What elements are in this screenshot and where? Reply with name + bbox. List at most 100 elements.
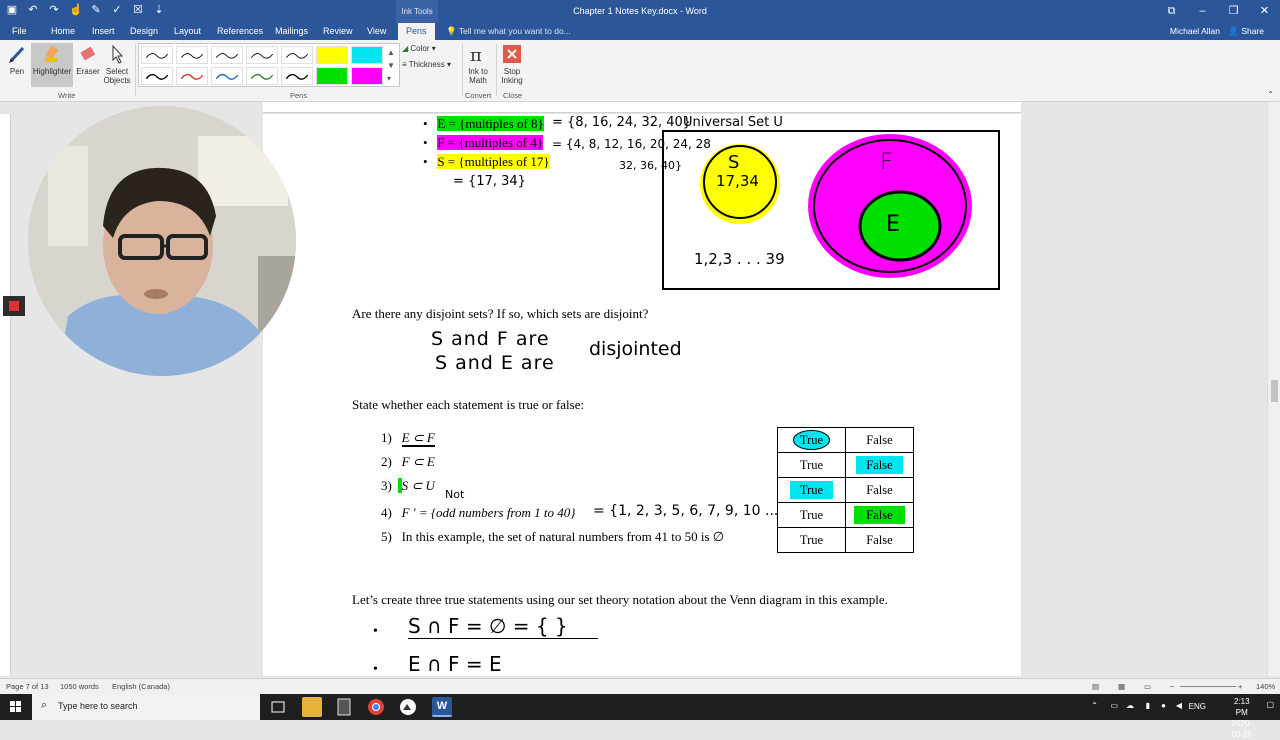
true-cell[interactable]: True (777, 502, 846, 528)
zoom-slider[interactable] (1180, 686, 1236, 687)
ribbon-display-icon[interactable]: ⧉ (1156, 0, 1187, 23)
green-highlighter-preset[interactable] (316, 67, 348, 85)
calculator-icon[interactable] (334, 697, 354, 717)
undo-icon[interactable]: ↶ (27, 3, 39, 17)
select-objects-button[interactable]: Select Objects (102, 43, 132, 85)
share-button[interactable]: 👤 Share (1228, 23, 1264, 40)
language-indicator[interactable]: ENG (1189, 702, 1206, 711)
tab-file[interactable]: File (12, 23, 27, 40)
ink-to-math-button[interactable]: π Ink to Math (465, 43, 491, 85)
page-count[interactable]: Page 7 of 13 (6, 682, 49, 691)
close-button[interactable]: ✕ (1249, 0, 1280, 23)
statement-4: 4) F ' = {odd numbers from 1 to 40} (381, 505, 575, 521)
notification-icon[interactable]: ▢ (1266, 700, 1274, 709)
pen-stroke-icon (215, 53, 239, 59)
ink-statement-2: E ∩ F = E (408, 652, 598, 676)
word-count[interactable]: 1050 words (60, 682, 99, 691)
clock[interactable]: 2:13 PM 2020-03-26 (1232, 696, 1252, 740)
true-cell[interactable]: True (777, 527, 846, 553)
save-icon[interactable]: ▣ (6, 3, 18, 17)
pen-preset[interactable] (246, 67, 278, 85)
web-layout-icon[interactable]: ▭ (1144, 682, 1151, 691)
venn-f-label: F (880, 150, 893, 175)
pen-preset[interactable] (141, 67, 173, 85)
close-doc-icon[interactable]: ☒ (132, 3, 144, 17)
word-taskbar-icon[interactable]: W (432, 697, 452, 717)
pen-preset[interactable] (281, 46, 313, 64)
read-mode-icon[interactable]: ▤ (1092, 682, 1099, 691)
zoom-in-icon[interactable]: + (1238, 682, 1242, 691)
false-cell[interactable]: False (845, 477, 914, 503)
bullet-s: • S = {multiples of 17} (423, 154, 550, 169)
scroll-thumb[interactable] (1271, 380, 1278, 402)
false-cell[interactable]: False (845, 427, 914, 453)
task-view-icon[interactable] (268, 697, 288, 717)
pen-preset[interactable] (281, 67, 313, 85)
tell-me-box[interactable]: 💡 Tell me what you want to do... (446, 23, 571, 40)
pen-preset[interactable] (141, 46, 173, 64)
pen-preset[interactable] (176, 46, 208, 64)
false-cell[interactable]: False (845, 527, 914, 553)
mic-icon[interactable]: ● (1161, 701, 1166, 710)
magenta-highlighter-preset[interactable] (351, 67, 383, 85)
false-cell[interactable]: False (845, 452, 914, 478)
tab-insert[interactable]: Insert (92, 23, 115, 40)
file-explorer-icon[interactable] (302, 697, 322, 717)
color-button[interactable]: ◢ Color ▾ (402, 44, 436, 53)
gallery-scroll-icon[interactable]: ▲ ▼ ▾ (387, 46, 395, 85)
pen-preset[interactable] (211, 67, 243, 85)
pen-preset[interactable] (246, 46, 278, 64)
user-name[interactable]: Michael Allan (1170, 23, 1220, 40)
touch-mode-icon[interactable]: ☝ (69, 3, 83, 17)
network-icon[interactable]: ▭ (1110, 701, 1118, 710)
highlighter-button[interactable]: Highlighter (31, 43, 73, 87)
tab-layout[interactable]: Layout (174, 23, 201, 40)
highlighter-icon (45, 45, 59, 62)
zoom-level[interactable]: 140% (1256, 682, 1275, 691)
language[interactable]: English (Canada) (112, 682, 170, 691)
spelling-icon[interactable]: ✓ (111, 3, 123, 17)
start-button[interactable] (0, 694, 32, 720)
eraser-button[interactable]: Eraser (75, 43, 101, 76)
minimize-button[interactable]: – (1187, 0, 1218, 23)
tab-design[interactable]: Design (130, 23, 158, 40)
cloud-icon[interactable]: ☁ (1126, 701, 1134, 710)
zoom-out-icon[interactable]: − (1170, 682, 1174, 691)
print-layout-icon[interactable]: ▦ (1118, 682, 1125, 691)
cyan-highlighter-preset[interactable] (351, 46, 383, 64)
vertical-ruler[interactable] (0, 114, 11, 676)
pen-preset[interactable] (176, 67, 208, 85)
stop-inking-button[interactable]: Stop Inking (499, 43, 525, 85)
tab-mailings[interactable]: Mailings (275, 23, 308, 40)
document-page[interactable]: • E = {multiples of 8} • F = {multiples … (263, 114, 1021, 676)
tab-home[interactable]: Home (51, 23, 75, 40)
pen-preset[interactable] (211, 46, 243, 64)
thickness-button[interactable]: ≡ Thickness ▾ (402, 60, 451, 69)
draw-icon[interactable]: ✎ (90, 3, 102, 17)
false-cell[interactable]: False (845, 502, 914, 528)
customize-qat-icon[interactable]: ⇣ (153, 3, 165, 17)
pen-icon (9, 46, 25, 63)
venn-outside-values: 1,2,3 . . . 39 (694, 250, 785, 268)
volume-icon[interactable]: ◀ (1176, 701, 1182, 710)
horizontal-ruler[interactable] (263, 102, 1021, 113)
chrome-icon[interactable] (366, 697, 386, 717)
tab-view[interactable]: View (367, 23, 386, 40)
yellow-highlighter-preset[interactable] (316, 46, 348, 64)
screen-recorder-icon[interactable] (398, 697, 418, 717)
collapse-ribbon-icon[interactable]: ⌃ (1267, 90, 1274, 99)
tab-pens[interactable]: Pens (398, 23, 435, 40)
tab-review[interactable]: Review (323, 23, 353, 40)
true-cell[interactable]: True (777, 452, 846, 478)
true-cell[interactable]: True (777, 477, 846, 503)
tab-references[interactable]: References (217, 23, 263, 40)
taskbar-search[interactable]: ⌕ Type here to search (32, 694, 260, 720)
pen-button[interactable]: Pen (4, 43, 30, 76)
vertical-scrollbar[interactable] (1267, 102, 1280, 676)
true-cell[interactable]: True (777, 427, 846, 453)
tray-overflow-icon[interactable]: ⌃ (1091, 701, 1098, 710)
redo-icon[interactable]: ↷ (48, 3, 60, 17)
record-button[interactable] (3, 296, 25, 316)
restore-button[interactable]: ❐ (1218, 0, 1249, 23)
battery-icon[interactable]: ▮ (1146, 701, 1150, 710)
